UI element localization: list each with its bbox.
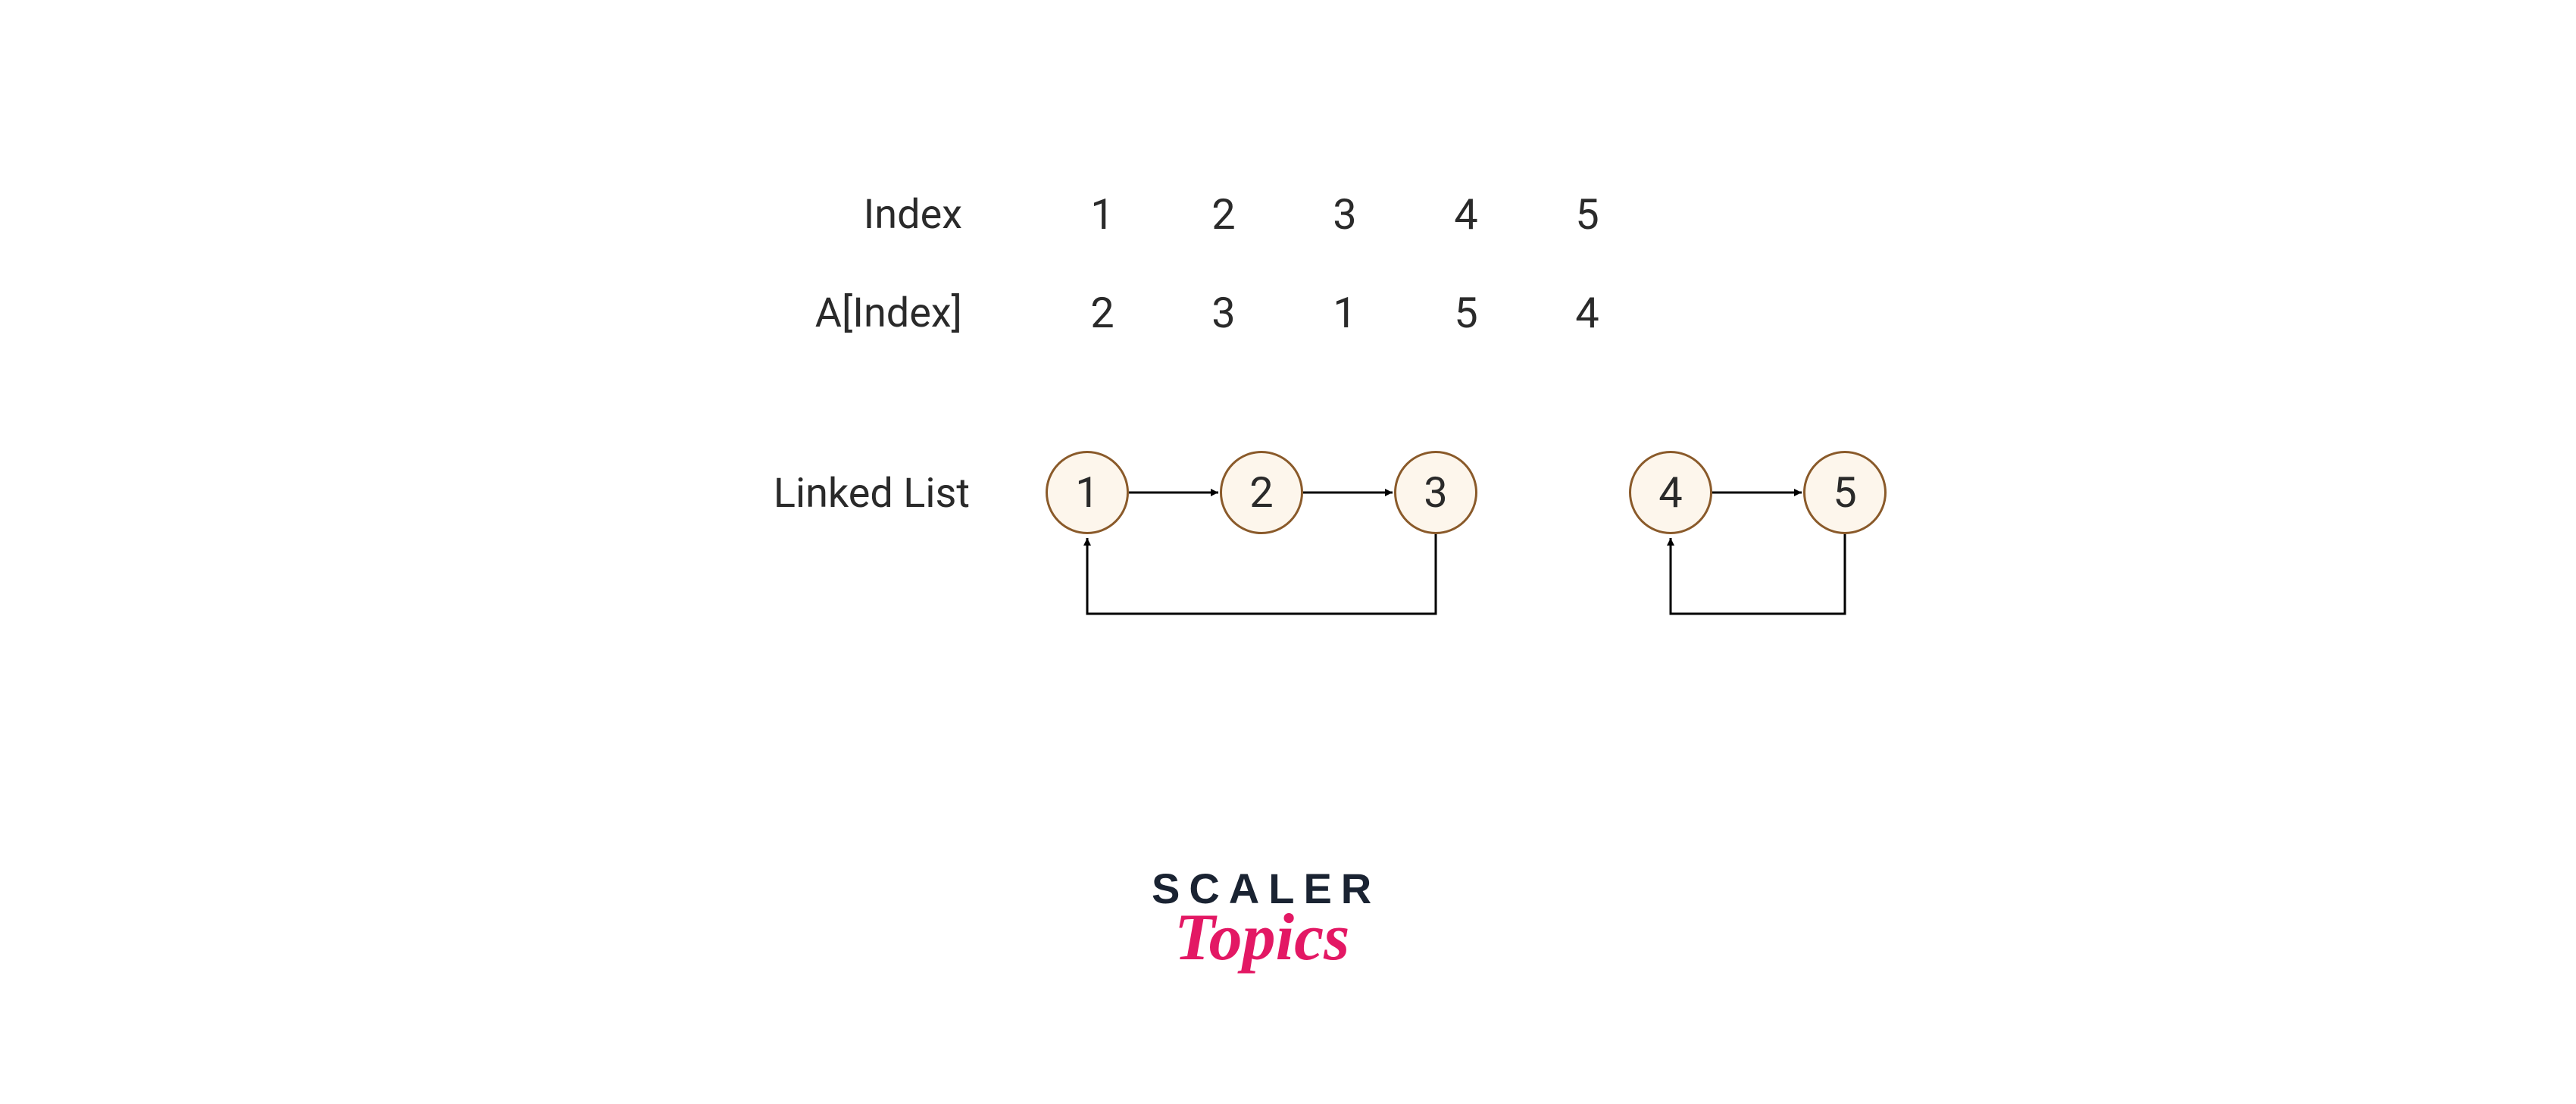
node-1: 1 [1046,451,1129,534]
array-cell: 2 [1083,288,1121,338]
index-label: Index [765,191,962,239]
node-value: 3 [1424,468,1447,518]
index-cell: 3 [1326,189,1364,239]
array-label: A[Index] [765,289,962,337]
node-value: 2 [1249,468,1273,518]
node-3: 3 [1394,451,1477,534]
index-cell: 2 [1205,189,1243,239]
linked-list-label: Linked List [758,470,970,518]
scaler-topics-logo: SCALER Topics [1152,864,1380,976]
array-cell: 4 [1568,288,1606,338]
node-5: 5 [1803,451,1887,534]
index-cell: 1 [1083,189,1121,239]
node-2: 2 [1220,451,1303,534]
array-cell: 5 [1447,288,1485,338]
logo-topics-text: Topics [1174,899,1380,976]
arrow-3-1-loop [1087,534,1436,614]
array-cell: 1 [1326,288,1364,338]
arrow-5-4-loop [1671,534,1845,614]
node-value: 5 [1833,468,1856,518]
array-cells: 2 3 1 5 4 [1083,288,1606,338]
index-cell: 4 [1447,189,1485,239]
index-cell: 5 [1568,189,1606,239]
index-cells: 1 2 3 4 5 [1083,189,1606,239]
array-cell: 3 [1205,288,1243,338]
node-value: 4 [1658,468,1682,518]
index-row: Index 1 2 3 4 5 [765,189,1606,239]
node-value: 1 [1075,468,1099,518]
node-4: 4 [1629,451,1712,534]
array-row: A[Index] 2 3 1 5 4 [765,288,1606,338]
